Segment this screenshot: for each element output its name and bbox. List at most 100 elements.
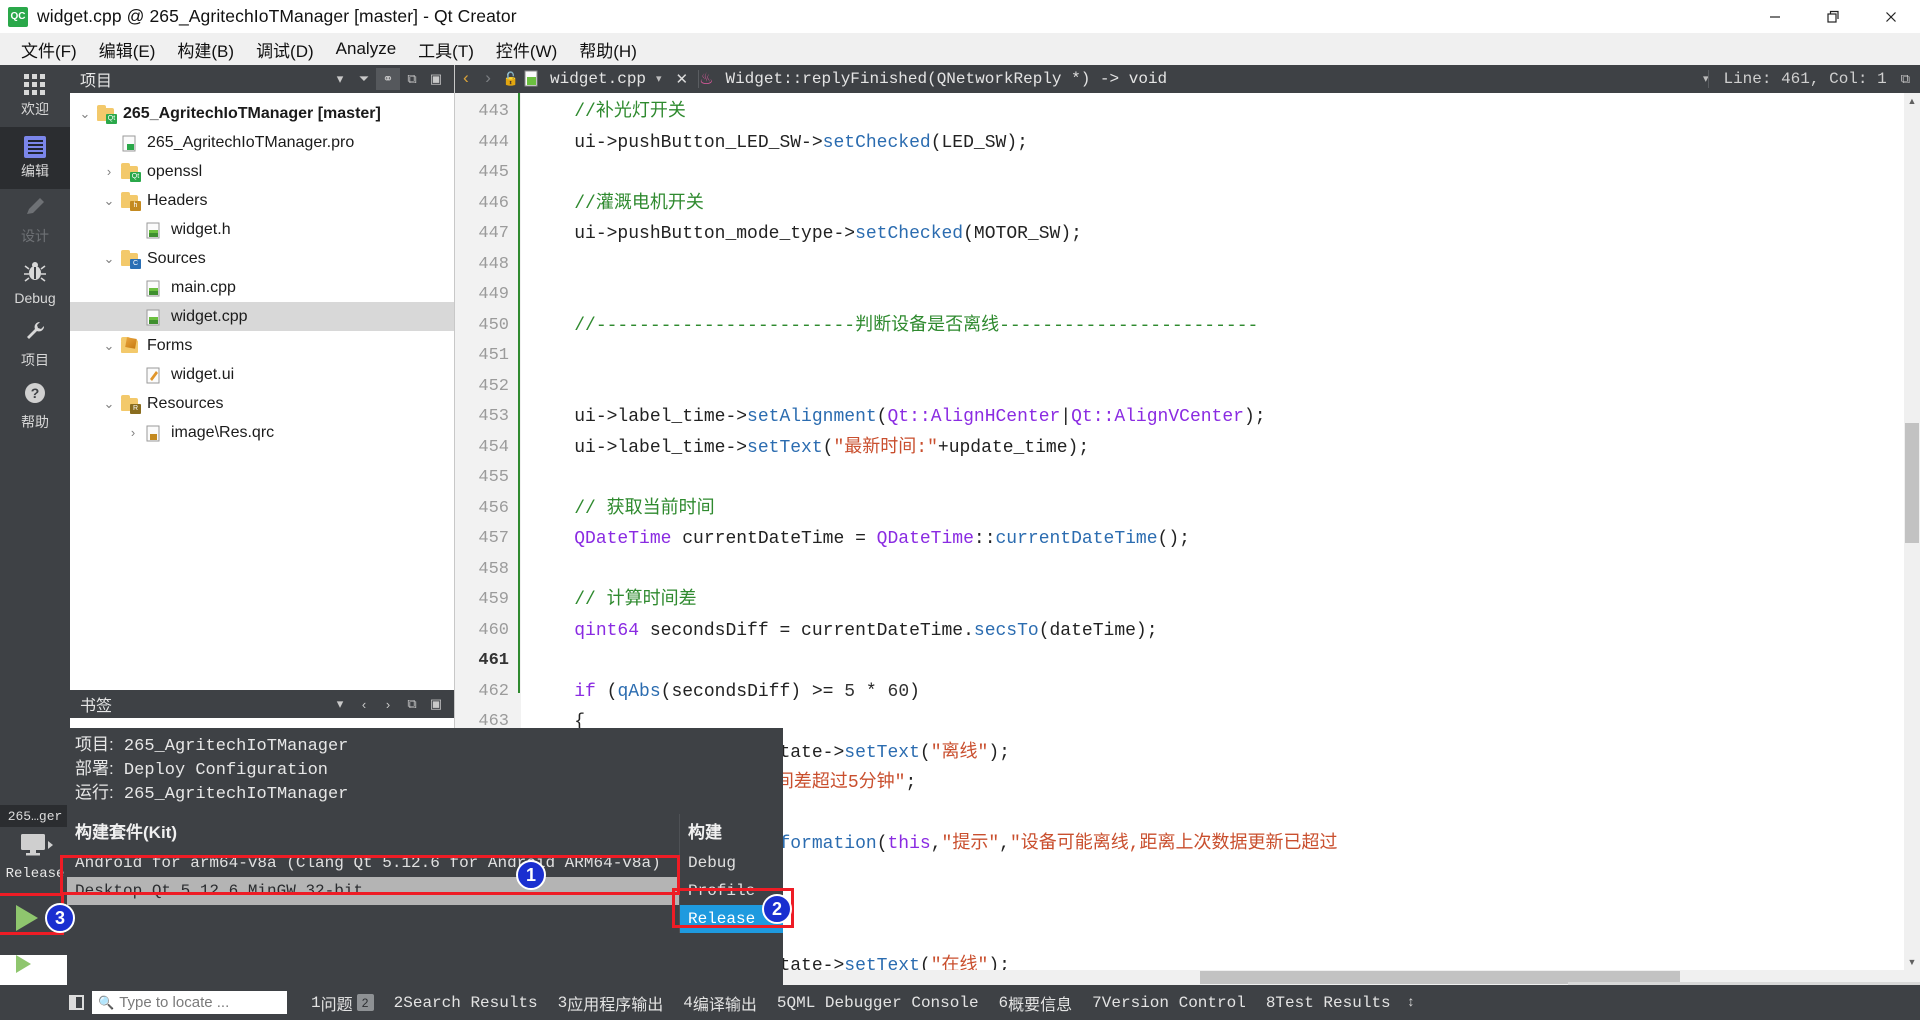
output-pane-search-results[interactable]: 2 Search Results	[384, 994, 548, 1012]
tree-item-widget-cpp[interactable]: ·widget.cpp	[70, 302, 454, 331]
code-line[interactable]	[531, 158, 1920, 189]
mode-button-欢迎[interactable]: 欢迎	[0, 65, 70, 127]
chevron-down-icon[interactable]: ·	[122, 280, 144, 295]
code-line[interactable]: // 获取当前时间	[531, 494, 1920, 525]
split-editor-icon[interactable]: ⧉	[1901, 72, 1920, 87]
filter-dropdown-icon[interactable]: ▾	[328, 68, 352, 90]
tree-item-main-cpp[interactable]: ·main.cpp	[70, 273, 454, 302]
chevron-down-icon[interactable]: ⌄	[98, 338, 120, 354]
chevron-down-icon[interactable]: ⌄	[98, 251, 120, 267]
menu-item-5[interactable]: 工具(T)	[407, 34, 485, 65]
editor-filename[interactable]: widget.cpp	[550, 70, 646, 88]
code-line[interactable]: ui->pushButton_mode_type->setChecked(MOT…	[531, 219, 1920, 250]
chevron-down-icon[interactable]: ▾	[656, 72, 662, 86]
toggle-sidebar-icon[interactable]	[60, 985, 92, 1020]
code-line[interactable]	[531, 646, 1920, 677]
code-line[interactable]: qint64 secondsDiff = currentDateTime.sec…	[531, 616, 1920, 647]
scroll-down-icon[interactable]: ▼	[1904, 954, 1920, 970]
code-line[interactable]: ui->label_time->setAlignment(Qt::AlignHC…	[531, 402, 1920, 433]
output-pane--[interactable]: 1 问题2	[301, 991, 384, 1015]
split-icon[interactable]: ⧉	[400, 693, 424, 715]
tree-item-265-agritechiotmanager-pro[interactable]: ·265_AgritechIoTManager.pro	[70, 128, 454, 157]
output-pane--[interactable]: 3 应用程序输出	[548, 991, 674, 1015]
output-pane-updown-icon[interactable]: ↕	[1407, 995, 1415, 1011]
line-number: 455	[455, 463, 517, 494]
target-selector-popup[interactable]: 项目: 265_AgritechIoTManager部署: Deploy Con…	[67, 728, 783, 985]
output-pane-qml-debugger-console[interactable]: 5 QML Debugger Console	[767, 994, 989, 1012]
output-pane--[interactable]: 4 编译输出	[673, 991, 767, 1015]
code-line[interactable]: QDateTime currentDateTime = QDateTime::c…	[531, 524, 1920, 555]
sync-link-icon[interactable]: ⚭	[376, 68, 400, 90]
mode-button-Debug[interactable]: Debug	[0, 251, 70, 313]
unlocked-icon[interactable]: 🔓	[499, 72, 523, 87]
output-pane-test-results[interactable]: 8 Test Results	[1256, 994, 1401, 1012]
menu-item-4[interactable]: Analyze	[325, 36, 407, 62]
close-panel-icon[interactable]: ▣	[424, 68, 448, 90]
menu-item-0[interactable]: 文件(F)	[10, 34, 88, 65]
tree-item-image-res-qrc[interactable]: ›image\Res.qrc	[70, 418, 454, 447]
chevron-down-icon[interactable]: ·	[122, 222, 144, 237]
debug-button[interactable]	[0, 941, 70, 987]
navigate-back-icon[interactable]: ‹	[455, 70, 477, 89]
code-line[interactable]: if (qAbs(secondsDiff) >= 5 * 60)	[531, 677, 1920, 708]
tree-item-resources[interactable]: ⌄RResources	[70, 389, 454, 418]
menu-item-6[interactable]: 控件(W)	[485, 34, 568, 65]
code-line[interactable]	[531, 341, 1920, 372]
tree-item-headers[interactable]: ⌄hHeaders	[70, 186, 454, 215]
close-button[interactable]	[1862, 0, 1920, 33]
code-line[interactable]: //------------------------判断设备是否离线------…	[531, 311, 1920, 342]
split-icon[interactable]: ⧉	[400, 68, 424, 90]
tree-item-sources[interactable]: ⌄CSources	[70, 244, 454, 273]
close-panel-icon[interactable]: ▣	[424, 693, 448, 715]
chevron-down-icon[interactable]: ·	[98, 135, 120, 150]
close-file-icon[interactable]: ✕	[676, 70, 689, 89]
maximize-restore-button[interactable]	[1804, 0, 1862, 33]
minimize-button[interactable]	[1746, 0, 1804, 33]
mode-button-项目[interactable]: 项目	[0, 313, 70, 375]
output-pane-version-control[interactable]: 7 Version Control	[1082, 994, 1256, 1012]
chevron-right-icon[interactable]: ›	[98, 164, 120, 179]
chevron-down-icon[interactable]: ⌄	[74, 106, 96, 122]
code-line[interactable]	[531, 372, 1920, 403]
menu-item-3[interactable]: 调试(D)	[245, 34, 325, 65]
tree-item-widget-ui[interactable]: ·widget.ui	[70, 360, 454, 389]
navigate-forward-icon[interactable]: ›	[477, 70, 499, 89]
current-symbol[interactable]: Widget::replyFinished(QNetworkReply *) -…	[725, 70, 1167, 88]
code-line[interactable]	[531, 280, 1920, 311]
vertical-scroll-thumb[interactable]	[1905, 423, 1919, 543]
code-line[interactable]: ui->label_time->setText("最新时间:"+update_t…	[531, 433, 1920, 464]
code-line[interactable]	[531, 463, 1920, 494]
tree-item-widget-h[interactable]: ·widget.h	[70, 215, 454, 244]
bookmarks-dropdown-icon[interactable]: ▾	[328, 693, 352, 715]
prev-bookmark-icon[interactable]: ‹	[352, 693, 376, 715]
menu-item-2[interactable]: 构建(B)	[166, 34, 245, 65]
filter-icon[interactable]: ⏷	[352, 68, 376, 90]
chevron-down-icon[interactable]: ·	[122, 309, 144, 324]
code-line[interactable]	[531, 250, 1920, 281]
chevron-down-icon[interactable]: ⌄	[98, 193, 120, 209]
code-line[interactable]: //灌溉电机开关	[531, 189, 1920, 220]
menu-item-7[interactable]: 帮助(H)	[568, 34, 648, 65]
chevron-right-icon[interactable]: ›	[122, 425, 144, 440]
tree-item-openssl[interactable]: ›Qtopenssl	[70, 157, 454, 186]
output-pane--[interactable]: 6 概要信息	[989, 991, 1083, 1015]
code-line[interactable]: //补光灯开关	[531, 97, 1920, 128]
editor-vertical-scrollbar[interactable]: ▲ ▼	[1904, 93, 1920, 985]
menu-item-1[interactable]: 编辑(E)	[88, 34, 167, 65]
mode-button-编辑[interactable]: 编辑	[0, 127, 70, 189]
next-bookmark-icon[interactable]: ›	[376, 693, 400, 715]
search-input[interactable]: 🔍 Type to locate ...	[92, 991, 287, 1014]
kit-row-0[interactable]: Android for arm64-v8a (Clang Qt 5.12.6 f…	[67, 849, 679, 877]
scroll-up-icon[interactable]: ▲	[1904, 93, 1920, 109]
mode-button-帮助[interactable]: ?帮助	[0, 375, 70, 437]
chevron-down-icon[interactable]: ·	[122, 367, 144, 382]
code-line[interactable]: ui->pushButton_LED_SW->setChecked(LED_SW…	[531, 128, 1920, 159]
kit-desktop-qt-row[interactable]: Desktop Qt 5.12.6 MinGW 32-bit	[67, 877, 679, 905]
code-line[interactable]: // 计算时间差	[531, 585, 1920, 616]
build-config-debug[interactable]: Debug	[680, 849, 783, 877]
chevron-down-icon[interactable]: ⌄	[98, 396, 120, 412]
tree-item-265-agritechiotmanager-master-[interactable]: ⌄Qt265_AgritechIoTManager [master]	[70, 99, 454, 128]
code-line[interactable]	[531, 555, 1920, 586]
tree-item-forms[interactable]: ⌄Forms	[70, 331, 454, 360]
line-number: 447	[455, 219, 517, 250]
